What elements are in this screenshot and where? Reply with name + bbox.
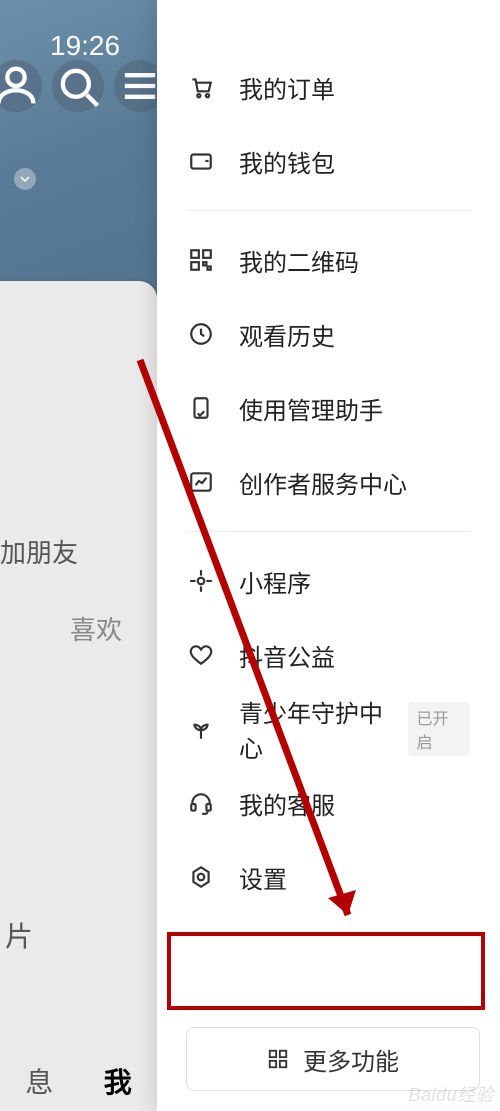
menu-usage-assistant[interactable]: 使用管理助手 (157, 371, 500, 445)
menu-label: 我的二维码 (239, 243, 359, 278)
sprout-icon (187, 715, 215, 743)
menu-charity[interactable]: 抖音公益 (157, 618, 500, 692)
menu-label: 观看历史 (239, 317, 335, 352)
clock-icon (187, 320, 215, 348)
qrcode-icon (187, 246, 215, 274)
cart-icon (187, 73, 215, 101)
menu-label: 使用管理助手 (239, 391, 383, 426)
divider (187, 210, 470, 211)
bottom-nav: 息 我 (0, 1061, 157, 1101)
menu-settings[interactable]: 设置 (157, 840, 500, 914)
status-time: 19:26 (50, 30, 120, 62)
menu-label: 我的钱包 (239, 144, 335, 179)
profile-panel (0, 281, 157, 1111)
divider (187, 531, 470, 532)
phone-check-icon (187, 394, 215, 422)
menu-label: 创作者服务中心 (239, 465, 407, 500)
side-drawer: 我的订单 我的钱包 我的二维码 观看历史 使用管理助手 创作者服务中心 小程序 … (157, 0, 500, 1111)
menu-label: 我的订单 (239, 70, 335, 105)
menu-my-qrcode[interactable]: 我的二维码 (157, 223, 500, 297)
menu-label: 设置 (239, 860, 287, 895)
nav-me: 我 (104, 1061, 132, 1101)
wallet-icon (187, 147, 215, 175)
nav-msg: 息 (25, 1061, 53, 1101)
menu-label: 青少年守护中心 (239, 694, 398, 764)
watermark: Baidu经验 (408, 1081, 494, 1107)
menu-my-wallet[interactable]: 我的钱包 (157, 124, 500, 198)
menu-miniapp[interactable]: 小程序 (157, 544, 500, 618)
heart-icon (187, 641, 215, 669)
headset-icon (187, 789, 215, 817)
menu-label: 小程序 (239, 564, 311, 599)
menu-watch-history[interactable]: 观看历史 (157, 297, 500, 371)
like-tab-text: 喜欢 (70, 610, 122, 647)
gear-icon (187, 863, 215, 891)
grid-icon (267, 1048, 289, 1070)
miniapp-icon (187, 567, 215, 595)
menu-label: 抖音公益 (239, 638, 335, 673)
user-icon (0, 60, 42, 112)
menu-support[interactable]: 我的客服 (157, 766, 500, 840)
menu-teen-guard[interactable]: 青少年守护中心 已开启 (157, 692, 500, 766)
menu-creator-center[interactable]: 创作者服务中心 (157, 445, 500, 519)
search-icon (52, 60, 104, 112)
chart-icon (187, 468, 215, 496)
menu-my-orders[interactable]: 我的订单 (157, 50, 500, 124)
dropdown-icon (14, 168, 36, 190)
pian-text: 片 (5, 915, 33, 955)
more-button-label: 更多功能 (303, 1042, 399, 1077)
menu-label: 我的客服 (239, 786, 335, 821)
teen-guard-badge: 已开启 (408, 702, 470, 756)
add-friend-text: 加朋友 (0, 533, 78, 570)
header-icon-row (0, 60, 166, 112)
